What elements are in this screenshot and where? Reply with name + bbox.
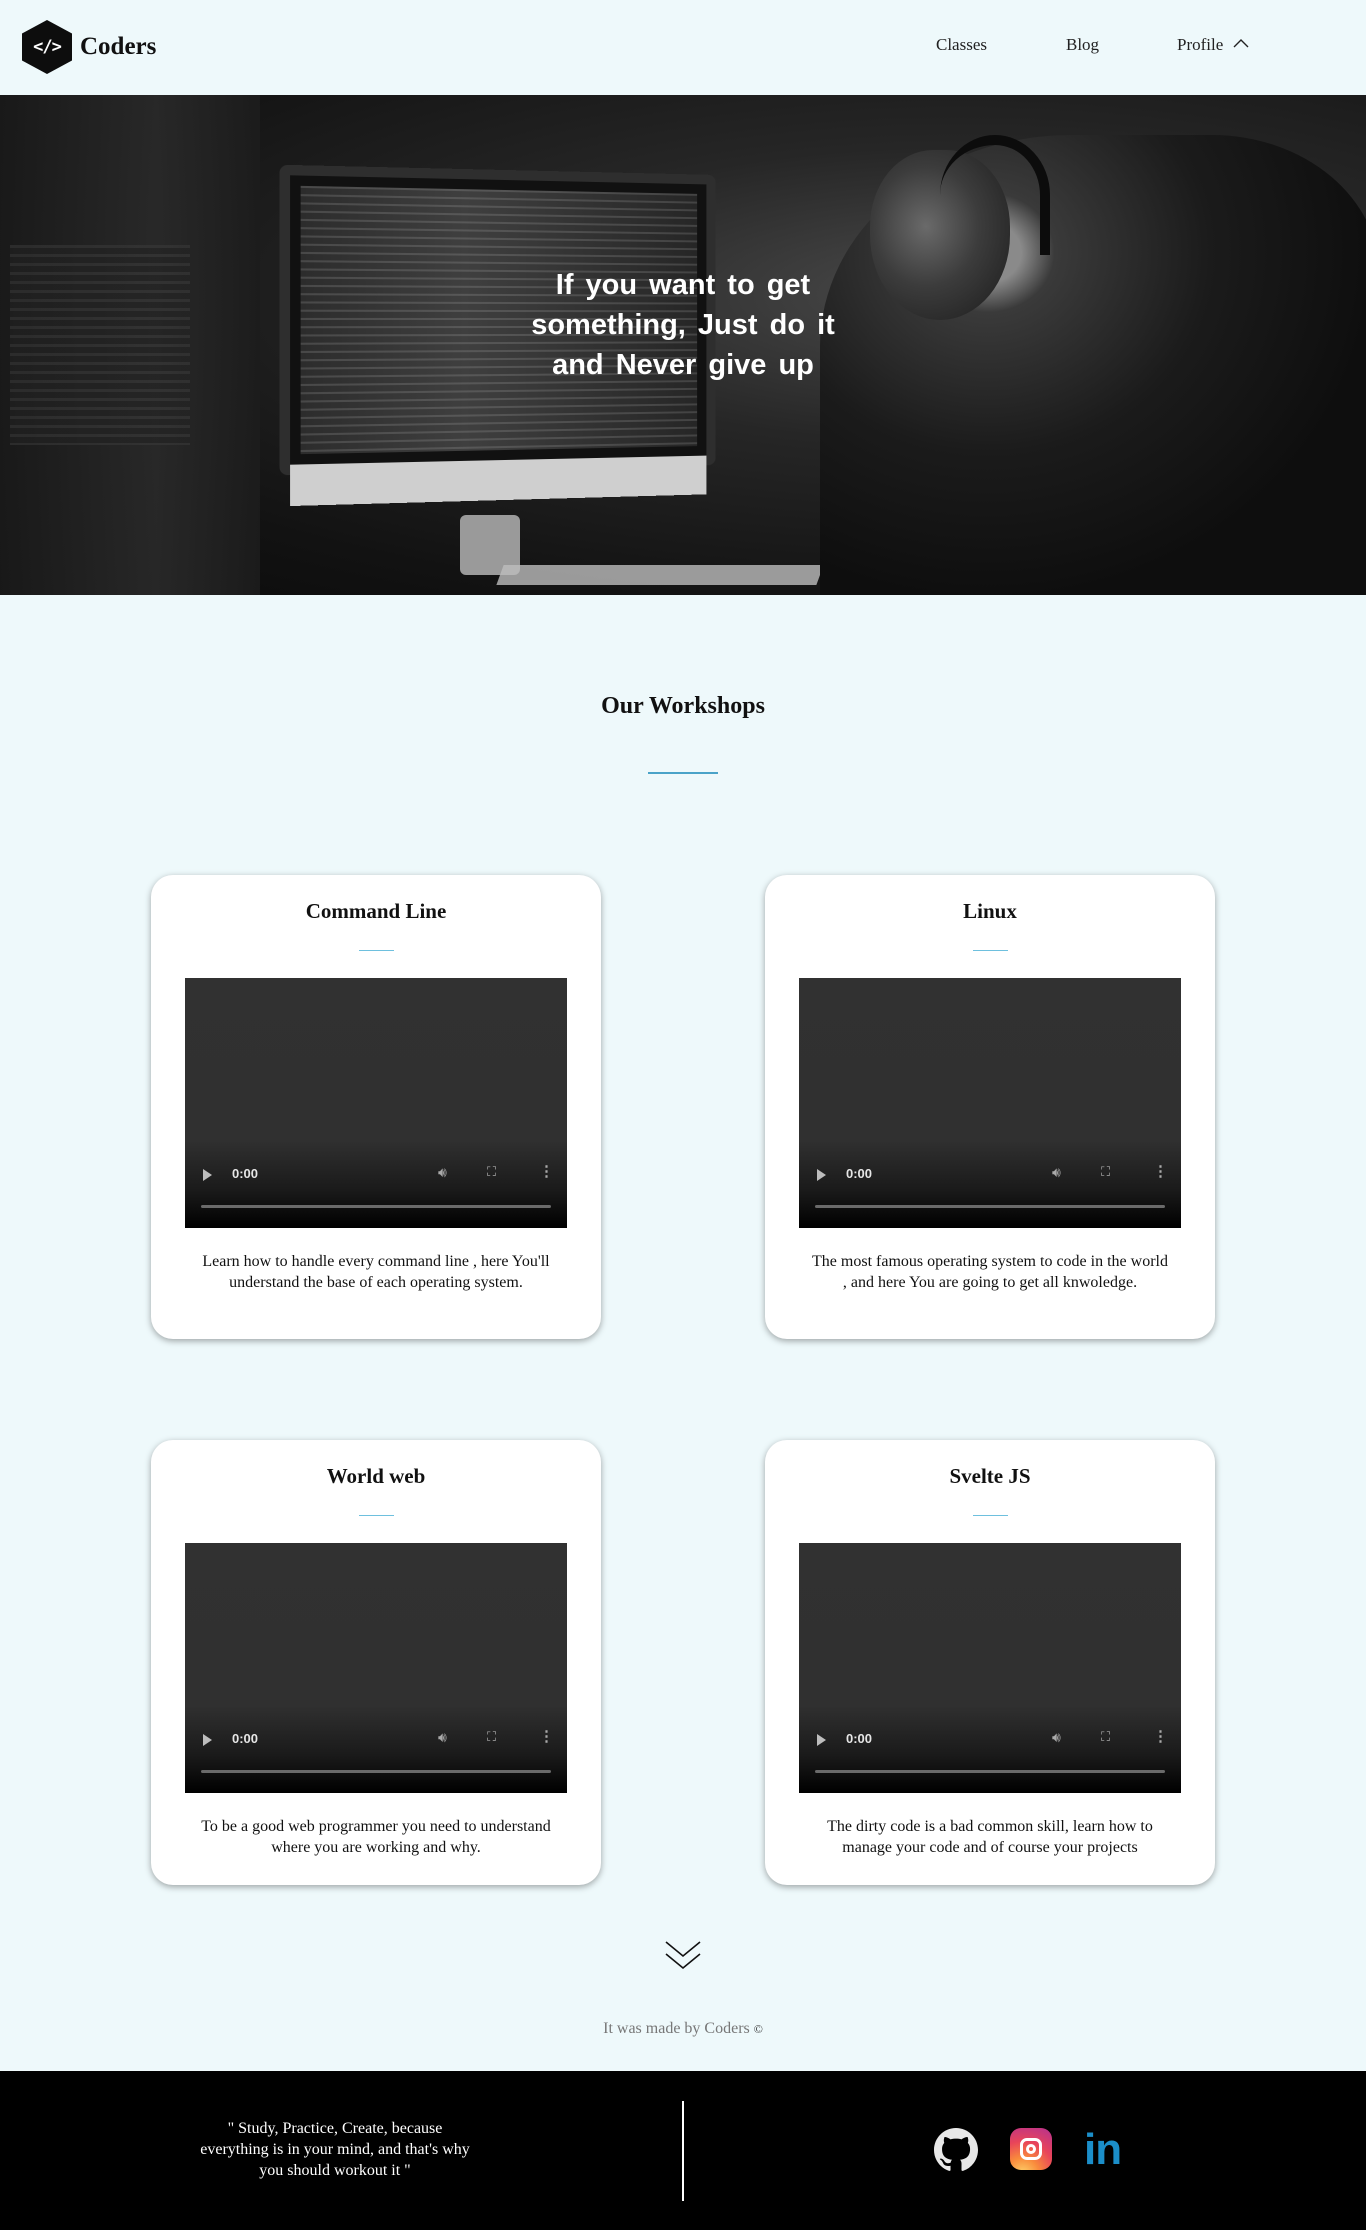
workshop-card-world-web: World web 0:00 🔊︎ ⛶ ⋮ To be a good web p… bbox=[151, 1440, 601, 1885]
card-description: Learn how to handle every command line ,… bbox=[202, 1253, 550, 1291]
instagram-icon[interactable] bbox=[1010, 2128, 1054, 2172]
card-title-underline bbox=[973, 950, 1008, 951]
linkedin-icon[interactable]: in bbox=[1084, 2128, 1128, 2172]
made-by-text: It was made by Coders bbox=[603, 2020, 750, 2037]
fullscreen-icon[interactable]: ⛶ bbox=[487, 1729, 496, 1745]
volume-icon[interactable]: 🔊︎ bbox=[1052, 1164, 1061, 1181]
made-by-credit: It was made by Coders © bbox=[0, 2020, 1366, 2038]
fullscreen-icon[interactable]: ⛶ bbox=[1101, 1164, 1110, 1180]
workshops-title-underline bbox=[648, 772, 718, 774]
footer-divider bbox=[682, 2101, 684, 2201]
brand-logo[interactable]: </> Coders bbox=[22, 20, 156, 74]
nav-profile-dropdown[interactable]: Profile bbox=[1177, 35, 1249, 55]
github-icon[interactable] bbox=[934, 2128, 978, 2172]
play-icon[interactable] bbox=[817, 1734, 826, 1746]
chevron-up-icon bbox=[1233, 39, 1249, 51]
brand-name: Coders bbox=[80, 33, 157, 60]
footer-quote: " Study, Practice, Create, because every… bbox=[200, 2120, 470, 2179]
workshops-title: Our Workshops bbox=[601, 693, 765, 719]
linkedin-glyph: in bbox=[1084, 2125, 1122, 2174]
hero-window-blinds bbox=[10, 245, 190, 445]
card-title-underline bbox=[359, 950, 394, 951]
video-player[interactable]: 0:00 🔊︎ ⛶ ⋮ bbox=[185, 978, 567, 1228]
volume-icon[interactable]: 🔊︎ bbox=[438, 1164, 447, 1181]
card-title: Command Line bbox=[305, 899, 447, 923]
workshop-card-linux: Linux 0:00 🔊︎ ⛶ ⋮ The most famous operat… bbox=[765, 875, 1215, 1339]
nav-link-classes[interactable]: Classes bbox=[936, 35, 987, 55]
fullscreen-icon[interactable]: ⛶ bbox=[487, 1164, 496, 1180]
video-player[interactable]: 0:00 🔊︎ ⛶ ⋮ bbox=[799, 978, 1181, 1228]
video-progress-bar[interactable] bbox=[815, 1770, 1165, 1773]
volume-icon[interactable]: 🔊︎ bbox=[438, 1729, 447, 1746]
card-title: World web bbox=[326, 1464, 426, 1488]
play-icon[interactable] bbox=[203, 1734, 212, 1746]
card-title: Svelte JS bbox=[949, 1464, 1031, 1488]
volume-icon[interactable]: 🔊︎ bbox=[1052, 1729, 1061, 1746]
hero-banner: If you want to get something, Just do it… bbox=[0, 95, 1366, 595]
card-description: To be a good web programmer you need to … bbox=[201, 1818, 551, 1856]
video-progress-bar[interactable] bbox=[201, 1205, 551, 1208]
hero-keyboard bbox=[496, 565, 824, 585]
nav-profile-label: Profile bbox=[1177, 35, 1224, 54]
video-progress-bar[interactable] bbox=[815, 1205, 1165, 1208]
play-icon[interactable] bbox=[817, 1169, 826, 1181]
copyright-icon: © bbox=[753, 2022, 763, 2036]
card-title: Linux bbox=[963, 899, 1017, 923]
more-options-icon[interactable]: ⋮ bbox=[539, 1162, 554, 1180]
fullscreen-icon[interactable]: ⛶ bbox=[1101, 1729, 1110, 1745]
card-description: The most famous operating system to code… bbox=[812, 1253, 1168, 1291]
play-icon[interactable] bbox=[203, 1169, 212, 1181]
video-time: 0:00 bbox=[846, 1166, 873, 1181]
double-chevron-down-icon[interactable] bbox=[664, 1938, 702, 1974]
site-footer: " Study, Practice, Create, because every… bbox=[0, 2071, 1366, 2230]
video-time: 0:00 bbox=[232, 1731, 259, 1746]
card-title-underline bbox=[359, 1515, 394, 1516]
video-time: 0:00 bbox=[232, 1166, 259, 1181]
more-options-icon[interactable]: ⋮ bbox=[539, 1727, 554, 1745]
video-progress-bar[interactable] bbox=[201, 1770, 551, 1773]
video-time: 0:00 bbox=[846, 1731, 873, 1746]
headphones-icon bbox=[940, 135, 1050, 255]
more-options-icon[interactable]: ⋮ bbox=[1153, 1162, 1168, 1180]
video-player[interactable]: 0:00 🔊︎ ⛶ ⋮ bbox=[799, 1543, 1181, 1793]
code-hexagon-icon: </> bbox=[22, 20, 72, 74]
video-player[interactable]: 0:00 🔊︎ ⛶ ⋮ bbox=[185, 1543, 567, 1793]
card-title-underline bbox=[973, 1515, 1008, 1516]
site-header: </> Coders Classes Blog Profile bbox=[0, 0, 1366, 95]
more-options-icon[interactable]: ⋮ bbox=[1153, 1727, 1168, 1745]
hero-quote: If you want to get something, Just do it… bbox=[531, 269, 835, 381]
card-description: The dirty code is a bad common skill, le… bbox=[827, 1818, 1153, 1856]
nav-link-blog[interactable]: Blog bbox=[1066, 35, 1099, 55]
workshop-card-svelte-js: Svelte JS 0:00 🔊︎ ⛶ ⋮ The dirty code is … bbox=[765, 1440, 1215, 1885]
workshop-card-command-line: Command Line 0:00 🔊︎ ⛶ ⋮ Learn how to ha… bbox=[151, 875, 601, 1339]
